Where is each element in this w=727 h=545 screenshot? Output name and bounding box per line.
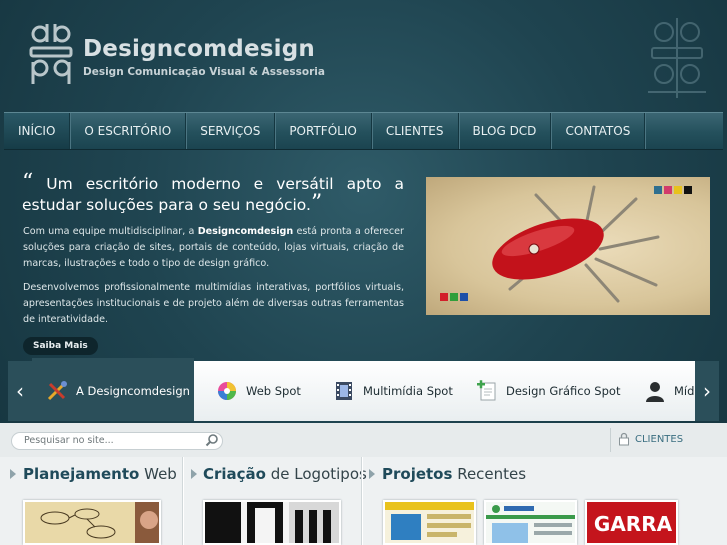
logo-mark-icon[interactable] (28, 22, 74, 86)
saiba-mais-button[interactable]: Saiba Mais (23, 337, 98, 355)
hero-quote: “ Um escritório moderno e versátil apto … (22, 172, 404, 216)
typography-sample-image (205, 502, 339, 543)
thumb-planejamento-web[interactable] (23, 500, 161, 545)
carousel-prev-button[interactable]: ‹ (8, 361, 32, 421)
color-wheel-icon (218, 382, 236, 400)
column-title[interactable]: Projetos Recentes (382, 465, 526, 483)
bullet-icon (369, 469, 375, 479)
column-title-rest: de Logotipos (266, 465, 367, 483)
column-title-rest: Web (139, 465, 177, 483)
hero-quote-text: Um escritório moderno e versátil apto a … (22, 175, 404, 214)
hero-image (426, 177, 710, 315)
hero-paragraph-1-pre: Com uma equipe multidisciplinar, a (23, 226, 198, 237)
clientes-link[interactable]: CLIENTES (618, 432, 683, 446)
spot-item-midia[interactable]: Mídi (644, 377, 698, 405)
hero-paragraph-2: Desenvolvemos profissionalmente multimíd… (23, 282, 404, 325)
main-nav: INÍCIO O ESCRITÓRIO SERVIÇOS PORTFÓLIO C… (4, 112, 723, 150)
column-title-rest: Recentes (452, 465, 527, 483)
project-site-screenshot-image (486, 502, 575, 543)
search-row-divider (610, 428, 611, 452)
mindmap-sketch-image (25, 502, 159, 543)
spot-label: Multimídia Spot (363, 384, 453, 398)
swatch-top (654, 186, 692, 194)
spot-item-web-spot[interactable]: Web Spot (216, 377, 301, 405)
tools-icon (47, 381, 67, 401)
brand-name[interactable]: Designcomdesign (83, 36, 315, 62)
nav-item-o-escritorio[interactable]: O ESCRITÓRIO (70, 113, 187, 149)
lock-icon (619, 432, 629, 446)
header: Designcomdesign Design Comunicação Visua… (0, 0, 727, 112)
seal-watermark-icon (648, 18, 706, 98)
spot-item-a-designcomdesign[interactable]: A Designcomdesign (46, 377, 190, 405)
search-input[interactable]: Pesquisar no site... (11, 432, 223, 450)
search-icon[interactable] (205, 433, 219, 447)
bullet-icon (191, 469, 197, 479)
thumb-criacao-logotipos[interactable] (203, 500, 341, 545)
column-title-bold: Criação (203, 465, 266, 483)
person-icon (646, 382, 664, 402)
column-title[interactable]: Planejamento Web (23, 465, 177, 483)
nav-item-blog-dcd[interactable]: BLOG DCD (459, 113, 552, 149)
nav-item-clientes[interactable]: CLIENTES (372, 113, 459, 149)
spot-label: A Designcomdesign (76, 384, 190, 398)
red-mouse-swiss-knife-illustration (440, 185, 692, 303)
thumb-projeto-2[interactable] (484, 500, 577, 545)
swatch-bottom (440, 293, 468, 301)
spot-label: Web Spot (246, 384, 301, 398)
thumb-projeto-garra[interactable]: GARRA (585, 500, 678, 545)
nav-item-servicos[interactable]: SERVIÇOS (186, 113, 276, 149)
nav-item-inicio[interactable]: INÍCIO (4, 113, 71, 149)
spot-label: Design Gráfico Spot (506, 384, 621, 398)
project-site-screenshot-image (385, 502, 474, 543)
thumb-projeto-1[interactable] (383, 500, 476, 545)
garra-logo-text: GARRA (594, 512, 673, 536)
column-title-bold: Planejamento (23, 465, 140, 483)
nav-item-portfolio[interactable]: PORTFÓLIO (275, 113, 372, 149)
clientes-link-label: CLIENTES (635, 433, 684, 445)
spot-carousel: ‹ A Designcomdesign Web Spot Multimídia … (8, 358, 719, 421)
film-icon (336, 382, 352, 400)
column-title[interactable]: Criação de Logotipos (203, 465, 367, 483)
spot-item-multimidia-spot[interactable]: Multimídia Spot (333, 377, 453, 405)
garra-logo-image: GARRA (587, 502, 676, 543)
brand-tagline: Design Comunicação Visual & Assessoria (83, 66, 325, 78)
hero-paragraph-1-brand: Designcomdesign (197, 226, 294, 237)
bullet-icon (10, 469, 16, 479)
nav-item-contatos[interactable]: CONTATOS (551, 113, 646, 149)
close-quote-icon: ” (310, 191, 323, 216)
document-add-icon (477, 380, 496, 401)
column-title-bold: Projetos (382, 465, 453, 483)
hero-paragraph-1: Com uma equipe multidisciplinar, a Desig… (23, 224, 404, 272)
open-quote-icon: “ (22, 170, 34, 195)
spot-item-design-grafico-spot[interactable]: Design Gráfico Spot (476, 377, 620, 405)
carousel-next-button[interactable]: › (695, 361, 719, 421)
